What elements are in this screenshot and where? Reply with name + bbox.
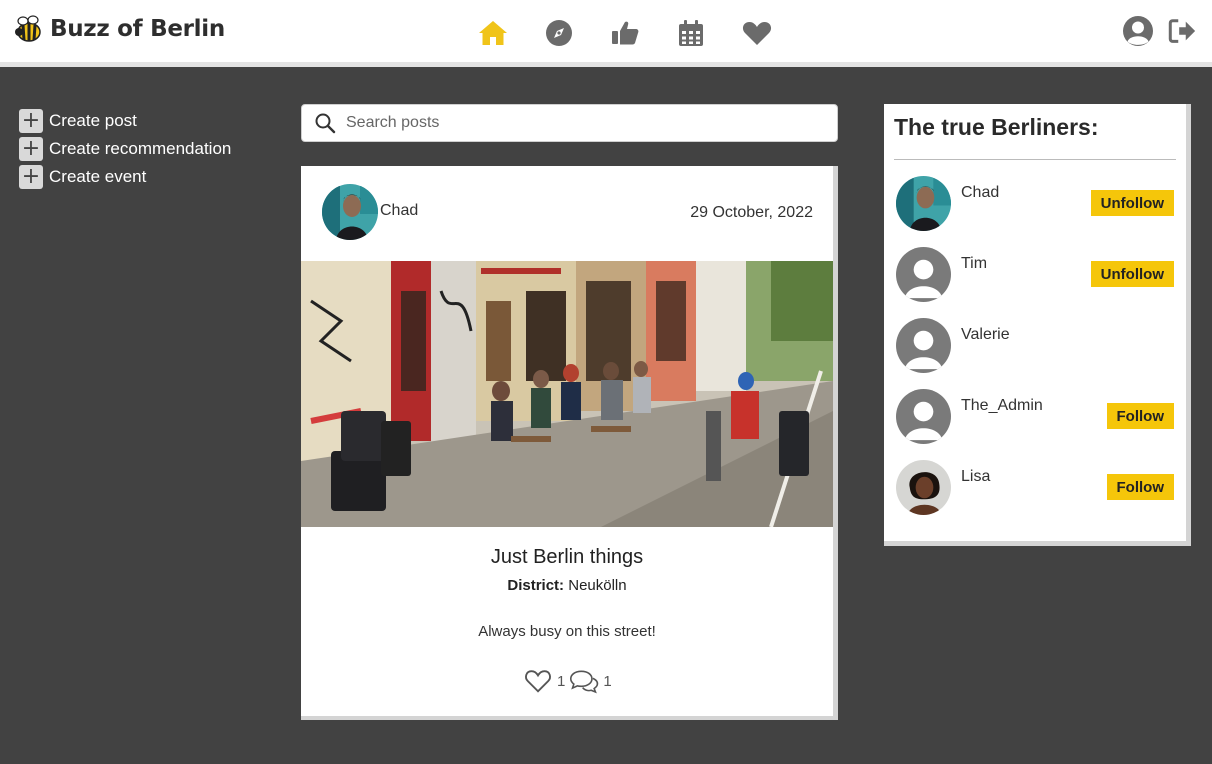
search-icon (315, 113, 336, 134)
profile-name[interactable]: Lisa (961, 468, 990, 486)
home-icon[interactable] (460, 14, 526, 52)
plus-icon: + (19, 109, 43, 133)
search-input[interactable] (346, 114, 826, 132)
comments-count: 1 (603, 672, 612, 690)
profile-avatar[interactable] (896, 176, 951, 231)
thumbs-up-icon[interactable] (592, 14, 658, 52)
profile-name[interactable]: Valerie (961, 326, 1010, 344)
profile-row: Tim Unfollow (896, 247, 1176, 303)
district-value: Neukölln (568, 577, 627, 594)
sign-out-icon[interactable] (1166, 14, 1198, 48)
profile-name[interactable]: Tim (961, 255, 987, 273)
brand-name: Buzz of Berlin (50, 16, 225, 42)
profile-name[interactable]: Chad (961, 184, 999, 202)
post-card: Chad 29 October, 2022 Just Berlin things… (301, 166, 838, 720)
profile-row: The_Admin Follow (896, 389, 1176, 445)
comments-icon[interactable] (569, 666, 599, 696)
create-menu: + Create post + Create recommendation + … (19, 107, 231, 191)
create-post-link[interactable]: + Create post (19, 107, 231, 135)
unfollow-button[interactable]: Unfollow (1090, 190, 1174, 216)
create-post-label: Create post (49, 111, 137, 130)
plus-icon: + (19, 137, 43, 161)
main-nav (460, 14, 790, 52)
follow-button[interactable]: Follow (1106, 403, 1174, 429)
create-recommendation-link[interactable]: + Create recommendation (19, 135, 231, 163)
divider (894, 159, 1176, 160)
profile-row: Valerie (896, 318, 1176, 374)
profile-name[interactable]: The_Admin (961, 397, 1043, 415)
follow-button[interactable]: Follow (1106, 474, 1174, 500)
post-author-name[interactable]: Chad (380, 202, 418, 220)
heart-icon[interactable] (724, 14, 790, 52)
post-body: Always busy on this street! (478, 623, 656, 640)
post-date: 29 October, 2022 (690, 204, 813, 221)
profile-avatar[interactable] (896, 389, 951, 444)
account-nav (1122, 14, 1198, 48)
likes-count: 1 (557, 672, 566, 690)
navbar: Buzz of Berlin (0, 0, 1212, 67)
unfollow-button[interactable]: Unfollow (1090, 261, 1174, 287)
profile-row: Chad Unfollow (896, 176, 1176, 232)
post-stats: 1 1 (523, 666, 612, 696)
plus-icon: + (19, 165, 43, 189)
bee-icon (15, 15, 41, 42)
create-event-label: Create event (49, 167, 147, 186)
user-avatar-icon[interactable] (1122, 14, 1154, 48)
create-recommendation-label: Create recommendation (49, 139, 232, 158)
like-heart-icon[interactable] (523, 666, 553, 696)
post-district: District: Neukölln (301, 577, 833, 594)
brand-link[interactable]: Buzz of Berlin (14, 14, 225, 44)
post-author-avatar[interactable] (322, 184, 378, 240)
create-event-link[interactable]: + Create event (19, 163, 231, 191)
calendar-icon[interactable] (658, 14, 724, 52)
profile-avatar[interactable] (896, 318, 951, 373)
compass-icon[interactable] (526, 14, 592, 52)
profile-avatar[interactable] (896, 460, 951, 515)
profiles-title: The true Berliners: (894, 114, 1099, 140)
profile-row: Lisa Follow (896, 460, 1176, 516)
search-bar (301, 104, 838, 142)
popular-profiles: The true Berliners: Chad Unfollow Tim Un… (884, 104, 1191, 546)
profile-avatar[interactable] (896, 247, 951, 302)
district-label: District: (507, 577, 565, 594)
post-title: Just Berlin things (490, 546, 644, 568)
post-image (301, 261, 833, 527)
